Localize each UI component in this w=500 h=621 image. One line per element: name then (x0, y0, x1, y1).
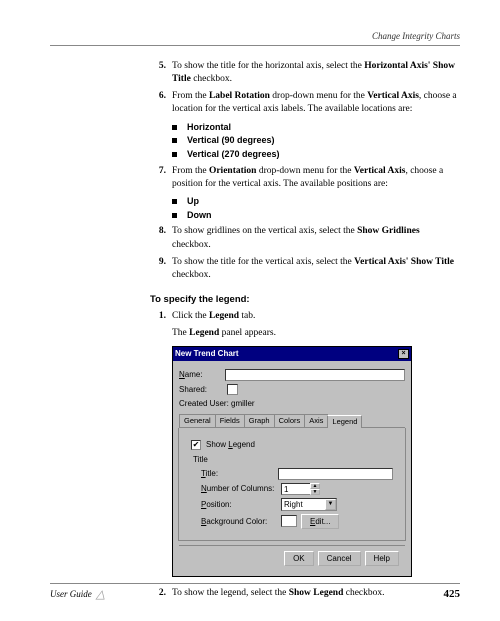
step-followup: The Legend panel appears. (172, 327, 460, 340)
group-title: Title (193, 454, 393, 465)
shared-label: Shared: (179, 384, 225, 395)
close-icon[interactable]: × (398, 349, 409, 359)
square-bullet-icon (172, 199, 177, 204)
position-select[interactable]: Right ▼ (281, 498, 337, 511)
bgcolor-swatch (281, 515, 297, 527)
dialog-titlebar: New Trend Chart × (173, 347, 411, 360)
created-user-label: Created User: (179, 399, 229, 408)
legend-panel: ✔ Show Legend Title Title: Number of Col… (178, 428, 406, 541)
instruction-step: 8.To show gridlines on the vertical axis… (150, 225, 460, 252)
spinner-down-icon[interactable]: ▼ (310, 489, 320, 495)
square-bullet-icon (172, 138, 177, 143)
shared-checkbox[interactable] (227, 384, 238, 395)
name-label: Name: (179, 369, 225, 380)
square-bullet-icon (172, 213, 177, 218)
page-number: 425 (444, 587, 461, 602)
numcols-label: Number of Columns: (201, 483, 281, 494)
tab-general[interactable]: General (179, 414, 216, 428)
step-text: From the Label Rotation drop-down menu f… (172, 90, 460, 117)
section-heading-legend: To specify the legend: (150, 293, 460, 306)
numcols-input[interactable]: 1 (281, 483, 311, 495)
chevron-down-icon[interactable]: ▼ (325, 499, 336, 510)
help-button[interactable]: Help (365, 551, 399, 566)
square-bullet-icon (172, 125, 177, 130)
created-user-row: Created User: gmiller (179, 398, 405, 409)
step-text: From the Orientation drop-down menu for … (172, 165, 460, 192)
bullet-text: Vertical (270 degrees) (187, 148, 280, 161)
show-legend-label: Show Legend (206, 439, 255, 450)
tab-legend[interactable]: Legend (327, 415, 362, 429)
footer-label: User Guide (50, 588, 92, 601)
cancel-button[interactable]: Cancel (318, 551, 361, 566)
created-user-value: gmiller (231, 399, 255, 408)
step-number: 7. (150, 165, 166, 192)
step-number: 9. (150, 256, 166, 283)
step-number: 5. (150, 60, 166, 87)
square-bullet-icon (172, 152, 177, 157)
step-text: To show the title for the horizontal axi… (172, 60, 460, 87)
numcols-spinner[interactable]: ▲ ▼ (310, 483, 320, 495)
instruction-step: 5.To show the title for the horizontal a… (150, 60, 460, 87)
edit-color-button[interactable]: Edit... (301, 514, 339, 529)
bullet-text: Horizontal (187, 121, 231, 134)
tab-graph[interactable]: Graph (244, 414, 275, 428)
bullet-text: Up (187, 195, 199, 208)
bullet-item: Horizontal (172, 121, 460, 134)
instruction-step: 7.From the Orientation drop-down menu fo… (150, 165, 460, 192)
tab-axis[interactable]: Axis (304, 414, 328, 428)
show-legend-checkbox[interactable]: ✔ (191, 440, 201, 450)
bullet-item: Vertical (270 degrees) (172, 148, 460, 161)
instruction-step: 6.From the Label Rotation drop-down menu… (150, 90, 460, 117)
main-content: 5.To show the title for the horizontal a… (150, 60, 460, 601)
legend-title-input[interactable] (278, 468, 393, 480)
tab-fields[interactable]: Fields (215, 414, 245, 428)
instruction-step: 9.To show the title for the vertical axi… (150, 256, 460, 283)
dialog-screenshot: New Trend Chart × Name: Shared: Created … (172, 346, 412, 577)
name-input[interactable] (225, 369, 405, 381)
page-footer: User Guide △ 425 (50, 583, 460, 603)
dialog-title: New Trend Chart (175, 348, 239, 359)
bullet-item: Vertical (90 degrees) (172, 134, 460, 147)
position-value: Right (282, 499, 325, 510)
tab-colors[interactable]: Colors (274, 414, 306, 428)
step-number: 6. (150, 90, 166, 117)
step-text: To show gridlines on the vertical axis, … (172, 225, 460, 252)
step-number: 1. (150, 310, 166, 323)
bullet-list: HorizontalVertical (90 degrees)Vertical … (172, 121, 460, 161)
bullet-item: Up (172, 195, 460, 208)
ok-button[interactable]: OK (284, 551, 314, 566)
bullet-text: Vertical (90 degrees) (187, 134, 275, 147)
step-number: 8. (150, 225, 166, 252)
step-text: Click the Legend tab. (172, 310, 460, 323)
footer-left: User Guide △ (50, 586, 105, 603)
dialog-button-row: OK Cancel Help (179, 545, 405, 571)
bullet-text: Down (187, 209, 212, 222)
step-text: To show the title for the vertical axis,… (172, 256, 460, 283)
footer-logo-icon: △ (96, 586, 105, 603)
title-field-label: Title: (201, 468, 278, 479)
bgcolor-label: Background Color: (201, 516, 281, 527)
bullet-list: UpDown (172, 195, 460, 221)
bullet-item: Down (172, 209, 460, 222)
dialog-tabs: GeneralFieldsGraphColorsAxisLegend (179, 414, 405, 429)
page-header: Change Integrity Charts (50, 30, 460, 46)
instruction-step: 1. Click the Legend tab. (150, 310, 460, 323)
position-label: Position: (201, 499, 281, 510)
